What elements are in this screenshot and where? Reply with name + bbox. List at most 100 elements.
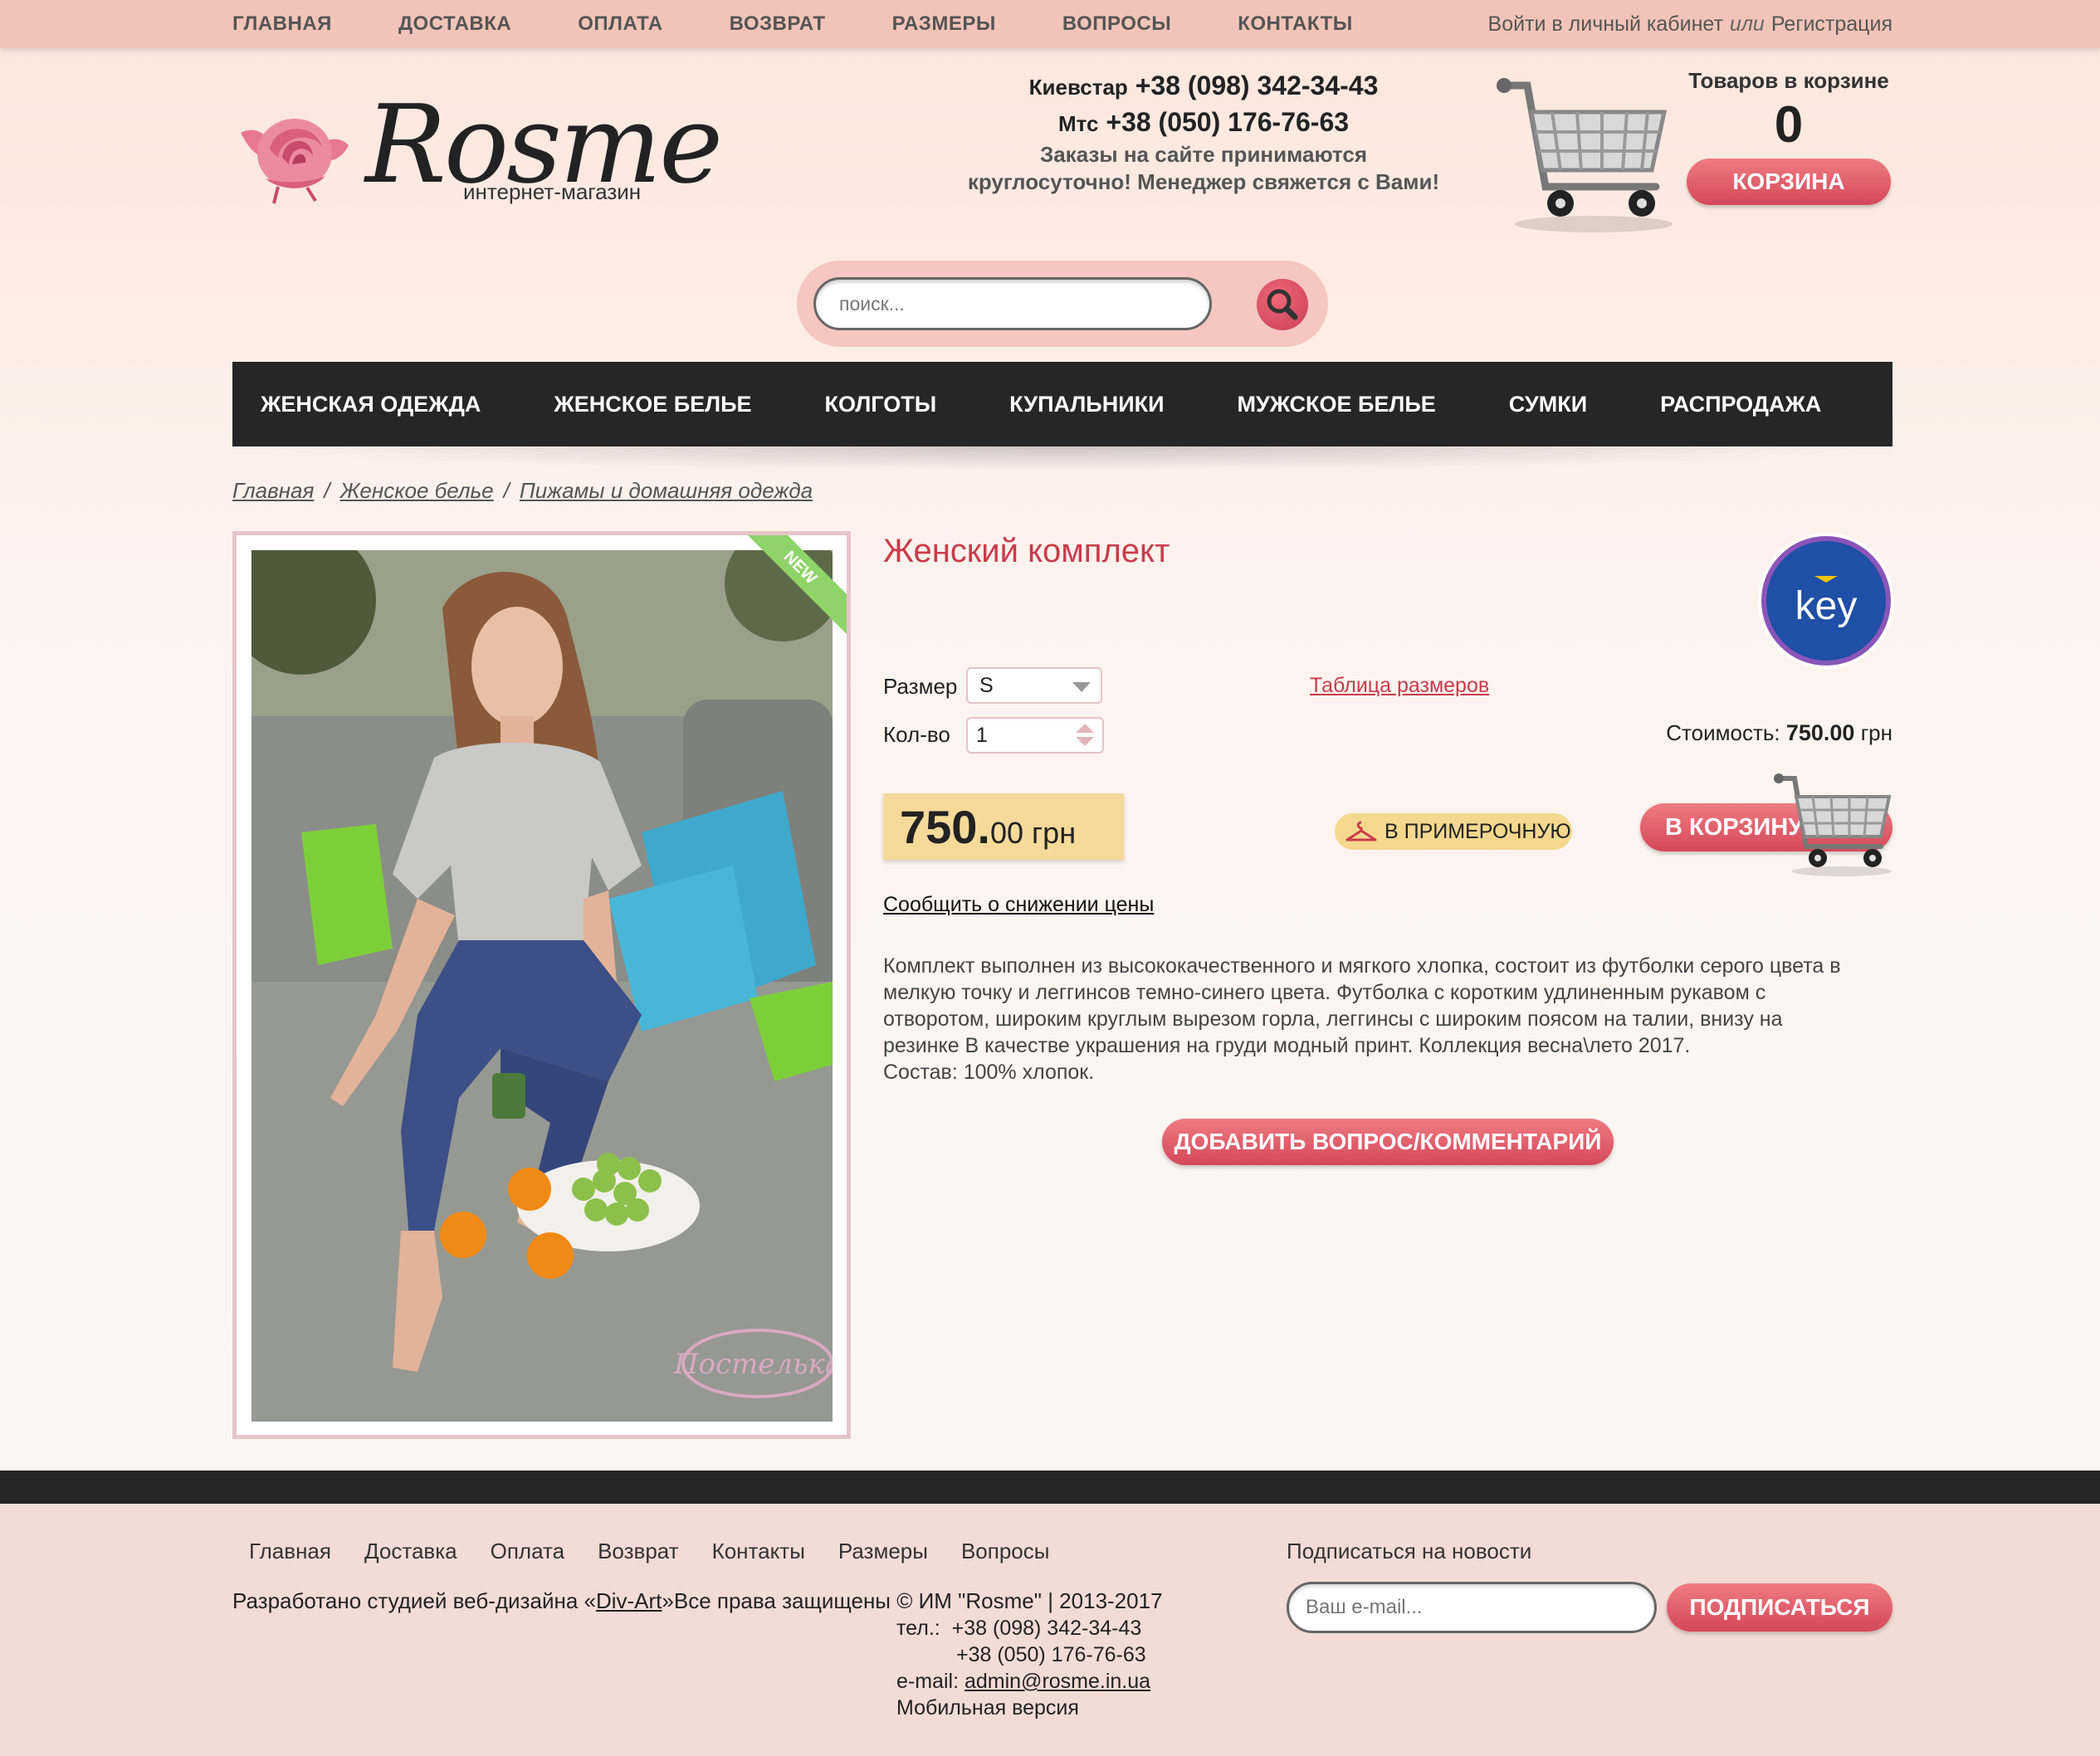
- quantity-label: Кол-во: [883, 722, 950, 747]
- description-line: Состав: 100% хлопок.: [883, 1061, 1095, 1084]
- breadcrumb-item-underwear[interactable]: Женское белье: [340, 478, 494, 504]
- breadcrumb-item-home[interactable]: Главная: [232, 478, 314, 504]
- description-line: отворотом, широким круглым вырезом горла…: [883, 1007, 1783, 1031]
- product-description: Комплект выполнен из высококачественного…: [883, 953, 1896, 1085]
- footer-copyright: Разработано студией веб-дизайна «Div-Art…: [232, 1588, 1163, 1614]
- footer-divider: [0, 1471, 2100, 1504]
- search-bar: [797, 261, 1328, 347]
- price-box: 750.00 грн: [883, 793, 1124, 860]
- brand-logo-text: key: [1795, 584, 1858, 628]
- footer-email-line: e-mail: admin@rosme.in.ua: [896, 1668, 1150, 1695]
- rose-logo-icon: [241, 119, 349, 204]
- cart-title: Товаров в корзине: [1688, 68, 1889, 93]
- site-logo[interactable]: Rosme интернет-магазин: [232, 81, 723, 216]
- register-link[interactable]: Регистрация: [1771, 12, 1892, 37]
- developer-link[interactable]: Div-Art: [596, 1588, 662, 1613]
- stepper-down-icon[interactable]: [1076, 737, 1094, 746]
- shopping-cart-icon[interactable]: [1771, 770, 1896, 878]
- search-input[interactable]: [813, 277, 1212, 330]
- copyright-prefix: Разработано студией веб-дизайна «: [232, 1588, 596, 1613]
- price-drop-notify-link[interactable]: Сообщить о снижении цены: [883, 893, 1154, 917]
- email-label: e-mail:: [896, 1670, 960, 1693]
- cost-value: 750.00: [1785, 720, 1855, 745]
- search-icon: [1267, 289, 1298, 320]
- top-bar: ГЛАВНАЯ ДОСТАВКА ОПЛАТА ВОЗВРАТ РАЗМЕРЫ …: [0, 0, 2100, 48]
- breadcrumb-item-pajamas[interactable]: Пижамы и домашняя одежда: [520, 478, 813, 504]
- shopping-cart-icon[interactable]: [1494, 71, 1677, 237]
- cart-count: 0: [1774, 96, 1804, 154]
- subscribe-button[interactable]: ПОДПИСАТЬСЯ: [1667, 1583, 1892, 1632]
- top-nav-item-delivery[interactable]: ДОСТАВКА: [398, 12, 511, 36]
- menu-item-tights[interactable]: КОЛГОТЫ: [825, 392, 937, 417]
- phone-kyivstar: Киевстар +38 (098) 342-34-43: [813, 68, 1594, 105]
- mobile-version-link[interactable]: Мобильная версия: [896, 1695, 1150, 1721]
- footer-phone[interactable]: +38 (050) 176-76-63: [956, 1643, 1146, 1666]
- top-nav-item-sizes[interactable]: РАЗМЕРЫ: [892, 12, 996, 36]
- auth-or-text: или: [1729, 12, 1765, 36]
- footer-nav-questions[interactable]: Вопросы: [961, 1539, 1050, 1564]
- menu-item-womens-clothing[interactable]: ЖЕНСКАЯ ОДЕЖДА: [261, 392, 481, 417]
- menu-item-womens-underwear[interactable]: ЖЕНСКОЕ БЕЛЬЕ: [554, 392, 751, 417]
- menu-item-mens-underwear[interactable]: МУЖСКОЕ БЕЛЬЕ: [1237, 392, 1435, 417]
- stepper-up-icon[interactable]: [1076, 724, 1094, 733]
- brand-logo[interactable]: key: [1758, 533, 1894, 669]
- hanger-icon: [1345, 821, 1377, 841]
- cart-button[interactable]: КОРЗИНА: [1687, 159, 1891, 205]
- product-photo[interactable]: Постелька: [252, 550, 833, 1422]
- footer-contacts: тел.: +38 (098) 342-34-43 +38 (050) 176-…: [896, 1615, 1150, 1721]
- add-comment-button[interactable]: ДОБАВИТЬ ВОПРОС/КОММЕНТАРИЙ: [1162, 1119, 1614, 1165]
- footer-nav: Главная Доставка Оплата Возврат Контакты…: [249, 1539, 1049, 1564]
- description-line: мелкую точку и леггинсов темно-синего цв…: [883, 981, 1766, 1004]
- footer-phone[interactable]: +38 (098) 342-34-43: [952, 1617, 1142, 1640]
- subscribe-title: Подписаться на новости: [1287, 1539, 1532, 1563]
- subscribe-email-input[interactable]: [1287, 1582, 1657, 1633]
- size-table-link[interactable]: Таблица размеров: [1310, 674, 1489, 698]
- chevron-down-icon: [1072, 682, 1091, 692]
- footer-nav-return[interactable]: Возврат: [598, 1539, 679, 1564]
- fitting-room-label: В ПРИМЕРОЧНУЮ: [1385, 820, 1571, 843]
- footer-tel2-line: +38 (050) 176-76-63: [896, 1641, 1150, 1668]
- footer-nav-home[interactable]: Главная: [249, 1539, 331, 1564]
- main-menu: ЖЕНСКАЯ ОДЕЖДА ЖЕНСКОЕ БЕЛЬЕ КОЛГОТЫ КУП…: [232, 362, 1892, 446]
- quantity-value: 1: [976, 724, 988, 747]
- copyright-suffix: »Все права защищены © ИМ "Rosme" | 2013-…: [662, 1588, 1163, 1613]
- product-image-frame: Постелька NEW: [232, 531, 851, 1439]
- product-title: Женский комплект: [883, 533, 1170, 569]
- cost-label: Стоимость:: [1666, 720, 1780, 745]
- size-select[interactable]: S: [966, 667, 1102, 704]
- footer-nav-delivery[interactable]: Доставка: [364, 1539, 457, 1564]
- size-label: Размер: [883, 674, 958, 699]
- description-line: резинке В качестве украшения на груди мо…: [883, 1034, 1691, 1057]
- top-nav-item-payment[interactable]: ОПЛАТА: [578, 12, 662, 36]
- auth-links: Войти в личный кабинет или Регистрация: [1488, 0, 1892, 48]
- breadcrumb-separator: /: [324, 478, 330, 503]
- search-button[interactable]: [1257, 279, 1308, 330]
- logo-subtitle: интернет-магазин: [463, 179, 642, 204]
- tel-label: тел.:: [896, 1617, 940, 1640]
- breadcrumb-separator: /: [503, 478, 510, 503]
- menu-item-swimwear[interactable]: КУПАЛЬНИКИ: [1009, 392, 1164, 417]
- phone-operator: Мтс: [1057, 111, 1099, 136]
- menu-item-sale[interactable]: РАСПРОДАЖА: [1660, 392, 1821, 417]
- top-nav-item-home[interactable]: ГЛАВНАЯ: [232, 12, 332, 36]
- footer-nav-payment[interactable]: Оплата: [491, 1539, 564, 1564]
- footer-email-link[interactable]: admin@rosme.in.ua: [965, 1670, 1150, 1693]
- description-line: Комплект выполнен из высококачественного…: [883, 954, 1841, 978]
- footer-nav-sizes[interactable]: Размеры: [838, 1539, 928, 1564]
- phone-number[interactable]: +38 (098) 342-34-43: [1135, 71, 1379, 100]
- phone-number[interactable]: +38 (050) 176-76-63: [1106, 107, 1349, 137]
- footer-nav-contacts[interactable]: Контакты: [712, 1539, 805, 1564]
- quantity-stepper[interactable]: 1: [966, 717, 1104, 754]
- phone-mts: Мтс +38 (050) 176-76-63: [813, 105, 1594, 141]
- top-nav-item-contacts[interactable]: КОНТАКТЫ: [1238, 12, 1353, 36]
- cart-summary: Товаров в корзине 0 КОРЗИНА: [1685, 68, 1892, 205]
- header-contacts: Киевстар +38 (098) 342-34-43 Мтс +38 (05…: [813, 68, 1594, 196]
- top-nav-item-return[interactable]: ВОЗВРАТ: [730, 12, 826, 36]
- cost-currency: грн: [1860, 720, 1892, 745]
- login-link[interactable]: Войти в личный кабинет: [1488, 12, 1723, 37]
- top-nav-item-questions[interactable]: ВОПРОСЫ: [1062, 12, 1171, 36]
- price-main: 750.: [900, 801, 990, 853]
- photo-watermark: Постелька: [673, 1348, 833, 1381]
- menu-item-bags[interactable]: СУМКИ: [1509, 392, 1587, 417]
- fitting-room-button[interactable]: В ПРИМЕРОЧНУЮ: [1335, 813, 1572, 850]
